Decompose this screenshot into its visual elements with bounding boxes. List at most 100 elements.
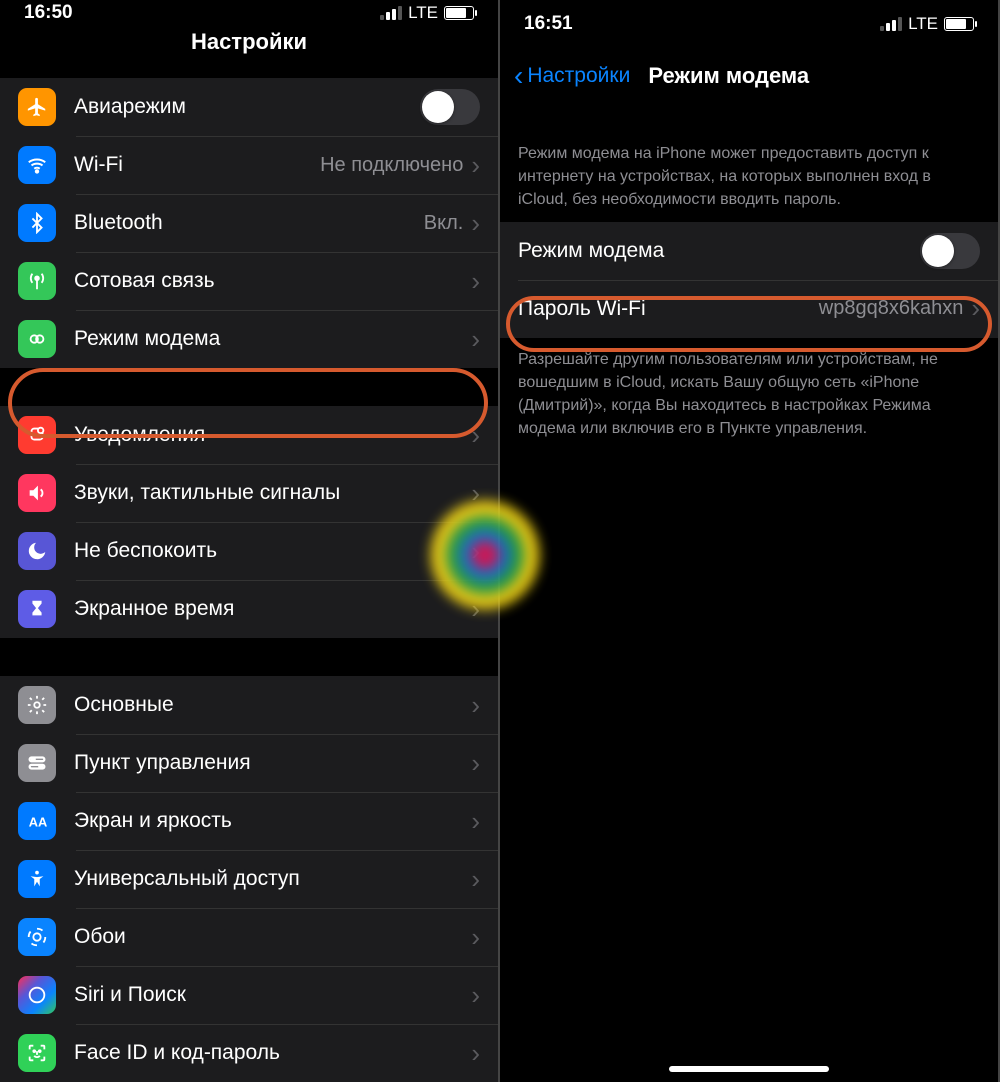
- back-label: Настройки: [527, 64, 630, 88]
- hotspot-icon: [18, 320, 56, 358]
- settings-row-wallpaper[interactable]: Обои›: [0, 908, 498, 966]
- antenna-icon: [18, 262, 56, 300]
- settings-row-hotspot[interactable]: Режим модема›: [0, 310, 498, 368]
- textsize-icon: AA: [18, 802, 56, 840]
- gear-icon: [18, 686, 56, 724]
- chevron-right-icon: ›: [471, 324, 480, 355]
- row-label: Универсальный доступ: [74, 867, 471, 891]
- chevron-right-icon: ›: [471, 208, 480, 239]
- hourglass-icon: [18, 590, 56, 628]
- settings-row-wifi[interactable]: Wi-FiНе подключено ›: [0, 136, 498, 194]
- network-label: LTE: [408, 3, 438, 23]
- hotspot-toggle[interactable]: [920, 233, 980, 269]
- section-header-text: Режим модема на iPhone может предоставит…: [500, 142, 998, 222]
- chevron-right-icon: ›: [471, 864, 480, 895]
- row-label: Экран и яркость: [74, 809, 471, 833]
- row-label: Экранное время: [74, 597, 471, 621]
- chevron-right-icon: ›: [471, 478, 480, 509]
- moon-icon: [18, 532, 56, 570]
- settings-row-faceid[interactable]: Face ID и код-пароль›: [0, 1024, 498, 1082]
- nav-bar: ‹ Настройки Режим модема: [500, 48, 998, 104]
- signal-icon: [380, 6, 402, 20]
- status-bar: 16:51 LTE: [500, 0, 998, 48]
- row-wifi-password[interactable]: Пароль Wi-Fi wp8gq8x6kahxn ›: [500, 280, 998, 338]
- chevron-right-icon: ›: [471, 1038, 480, 1069]
- faceid-icon: [18, 1034, 56, 1072]
- chevron-right-icon: ›: [471, 748, 480, 779]
- chevron-right-icon: ›: [471, 594, 480, 625]
- row-label: Режим модема: [518, 239, 920, 263]
- wifi-icon: [18, 146, 56, 184]
- row-label: Режим модема: [74, 327, 471, 351]
- settings-row-bell[interactable]: Уведомления›: [0, 406, 498, 464]
- chevron-right-icon: ›: [471, 536, 480, 567]
- status-time: 16:51: [524, 13, 573, 35]
- chevron-right-icon: ›: [971, 293, 980, 324]
- row-label: Пароль Wi-Fi: [518, 297, 819, 321]
- home-indicator[interactable]: [669, 1066, 829, 1072]
- battery-icon: [944, 17, 974, 31]
- row-hotspot-toggle[interactable]: Режим модема: [500, 222, 998, 280]
- chevron-right-icon: ›: [471, 806, 480, 837]
- row-label: Обои: [74, 925, 471, 949]
- page-title: Настройки: [0, 29, 498, 55]
- status-bar: 16:50 LTE: [0, 0, 498, 26]
- toggle[interactable]: [420, 89, 480, 125]
- row-value: wp8gq8x6kahxn: [819, 297, 964, 320]
- row-label: Не беспокоить: [74, 539, 471, 563]
- chevron-right-icon: ›: [471, 690, 480, 721]
- network-label: LTE: [908, 14, 938, 34]
- battery-icon: [444, 6, 474, 20]
- row-label: Авиарежим: [74, 95, 420, 119]
- wallpaper-icon: [18, 918, 56, 956]
- settings-row-speaker[interactable]: Звуки, тактильные сигналы›: [0, 464, 498, 522]
- siri-icon: [18, 976, 56, 1014]
- bluetooth-icon: [18, 204, 56, 242]
- row-label: Пункт управления: [74, 751, 471, 775]
- row-value: Вкл.: [424, 212, 464, 235]
- status-time: 16:50: [24, 2, 73, 24]
- settings-row-siri[interactable]: Siri и Поиск›: [0, 966, 498, 1024]
- settings-row-hourglass[interactable]: Экранное время›: [0, 580, 498, 638]
- settings-row-gear[interactable]: Основные›: [0, 676, 498, 734]
- row-label: Siri и Поиск: [74, 983, 471, 1007]
- signal-icon: [880, 17, 902, 31]
- page-title: Режим модема: [648, 63, 809, 89]
- status-right: LTE: [380, 3, 474, 23]
- accessibility-icon: [18, 860, 56, 898]
- settings-group: Уведомления›Звуки, тактильные сигналы›Не…: [0, 406, 498, 638]
- row-label: Wi-Fi: [74, 153, 320, 177]
- chevron-left-icon: ‹: [514, 62, 523, 90]
- row-label: Bluetooth: [74, 211, 424, 235]
- settings-row-bluetooth[interactable]: BluetoothВкл. ›: [0, 194, 498, 252]
- settings-row-accessibility[interactable]: Универсальный доступ›: [0, 850, 498, 908]
- row-label: Сотовая связь: [74, 269, 471, 293]
- svg-text:AA: AA: [29, 815, 48, 830]
- speaker-icon: [18, 474, 56, 512]
- settings-row-moon[interactable]: Не беспокоить›: [0, 522, 498, 580]
- bell-icon: [18, 416, 56, 454]
- row-label: Основные: [74, 693, 471, 717]
- settings-screen: 16:50 LTE Настройки Авиарежим Wi-FiНе под…: [0, 0, 500, 1082]
- settings-row-switches[interactable]: Пункт управления›: [0, 734, 498, 792]
- chevron-right-icon: ›: [471, 420, 480, 451]
- settings-row-airplane[interactable]: Авиарежим: [0, 78, 498, 136]
- back-button[interactable]: ‹ Настройки: [514, 62, 630, 90]
- chevron-right-icon: ›: [471, 150, 480, 181]
- settings-row-antenna[interactable]: Сотовая связь›: [0, 252, 498, 310]
- row-label: Уведомления: [74, 423, 471, 447]
- chevron-right-icon: ›: [471, 922, 480, 953]
- switches-icon: [18, 744, 56, 782]
- hotspot-group: Режим модема Пароль Wi-Fi wp8gq8x6kahxn …: [500, 222, 998, 338]
- section-footer-text: Разрешайте другим пользователям или устр…: [500, 338, 998, 441]
- hotspot-screen: 16:51 LTE ‹ Настройки Режим модема Режим…: [500, 0, 1000, 1082]
- settings-row-textsize[interactable]: AA Экран и яркость›: [0, 792, 498, 850]
- nav-bar: Настройки: [0, 26, 498, 57]
- status-right: LTE: [880, 14, 974, 34]
- settings-group: Основные›Пункт управления›AAЭкран и ярко…: [0, 676, 498, 1082]
- row-value: Не подключено: [320, 154, 463, 177]
- row-label: Face ID и код-пароль: [74, 1041, 471, 1065]
- row-label: Звуки, тактильные сигналы: [74, 481, 471, 505]
- settings-group: АвиарежимWi-FiНе подключено›BluetoothВкл…: [0, 78, 498, 368]
- chevron-right-icon: ›: [471, 266, 480, 297]
